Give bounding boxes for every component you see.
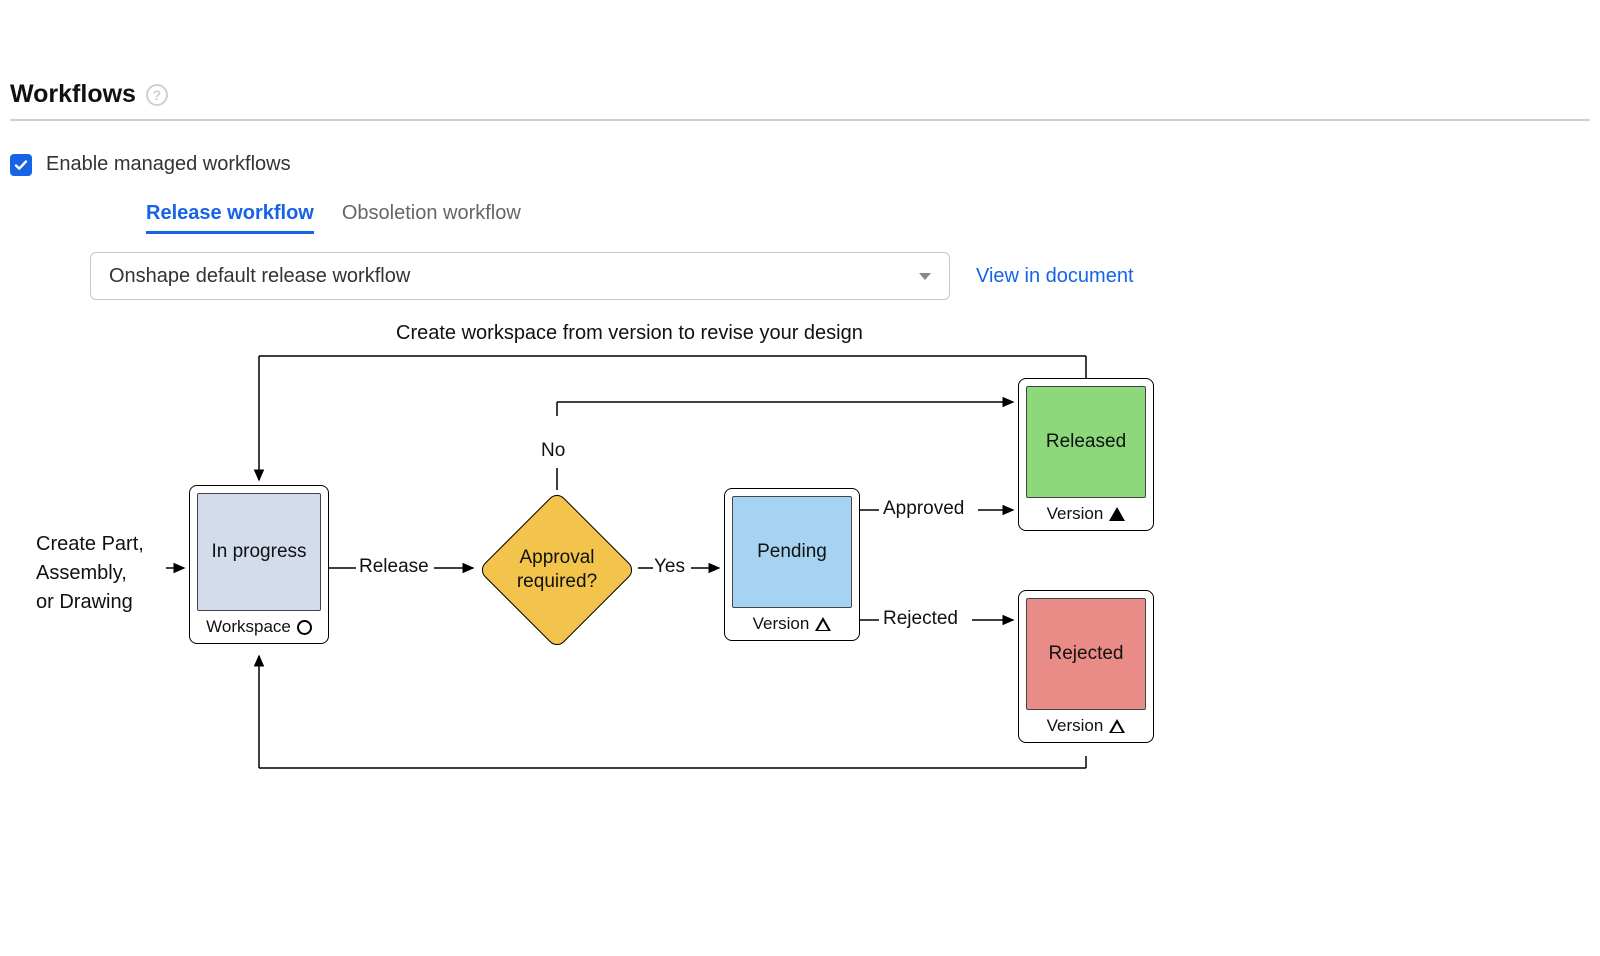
- version-triangle-outline-icon: [1109, 719, 1125, 733]
- node-pending-title: Pending: [732, 496, 852, 608]
- workflow-select[interactable]: Onshape default release workflow: [90, 252, 950, 300]
- node-rejected-caption: Version: [1047, 716, 1104, 736]
- node-released-title: Released: [1026, 386, 1146, 498]
- label-no: No: [541, 440, 565, 462]
- caret-down-icon: [919, 273, 931, 280]
- workflow-select-value: Onshape default release workflow: [109, 265, 410, 288]
- workflow-diagram: Create workspace from version to revise …: [36, 320, 1196, 780]
- node-in-progress-caption: Workspace: [206, 617, 291, 637]
- tab-obsoletion-workflow[interactable]: Obsoletion workflow: [342, 202, 521, 234]
- label-rejected: Rejected: [883, 608, 958, 630]
- help-icon[interactable]: ?: [146, 84, 168, 106]
- node-pending: Pending Version: [724, 488, 860, 641]
- version-triangle-filled-icon: [1109, 507, 1125, 521]
- version-triangle-outline-icon: [815, 617, 831, 631]
- node-released: Released Version: [1018, 378, 1154, 531]
- page-title: Workflows: [10, 80, 136, 109]
- node-rejected: Rejected Version: [1018, 590, 1154, 743]
- node-released-caption: Version: [1047, 504, 1104, 524]
- diagram-start-label: Create Part, Assembly, or Drawing: [36, 530, 166, 617]
- node-in-progress: In progress Workspace: [189, 485, 329, 644]
- tab-release-workflow[interactable]: Release workflow: [146, 202, 314, 234]
- enable-workflows-label: Enable managed workflows: [46, 153, 291, 176]
- node-in-progress-title: In progress: [197, 493, 321, 611]
- view-in-document-link[interactable]: View in document: [976, 265, 1134, 288]
- node-decision: Approval required?: [477, 490, 637, 650]
- workspace-circle-icon: [297, 620, 312, 635]
- label-release: Release: [359, 556, 429, 578]
- node-pending-caption: Version: [753, 614, 810, 634]
- node-rejected-title: Rejected: [1026, 598, 1146, 710]
- label-approved: Approved: [883, 498, 964, 520]
- label-yes: Yes: [654, 556, 685, 578]
- enable-workflows-checkbox[interactable]: [10, 154, 32, 176]
